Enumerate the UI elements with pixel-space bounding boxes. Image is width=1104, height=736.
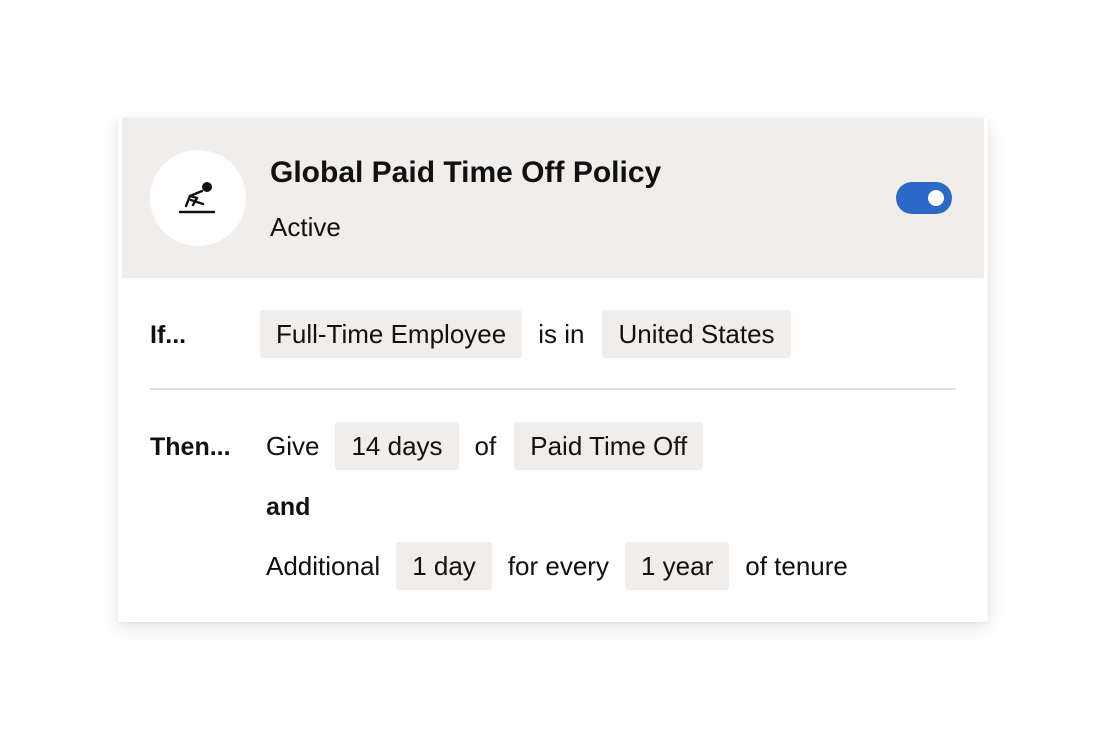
section-divider [150,388,956,390]
time-off-type-chip[interactable]: Paid Time Off [514,422,704,470]
condition-label: If... [150,321,187,349]
policy-avatar [150,150,246,246]
condition-row: Full-Time Employee is in United States [260,310,791,358]
action-label: Then... [150,433,231,461]
amount-chip[interactable]: 14 days [335,422,459,470]
vacation-person-icon [178,182,216,214]
policy-status: Active [270,212,341,242]
action-row-additional: Additional 1 day for every 1 year of ten… [266,542,848,590]
policy-active-toggle[interactable] [896,182,952,214]
of-word: of [474,431,497,461]
action-row-give: Give 14 days of Paid Time Off [266,422,704,470]
policy-header: Global Paid Time Off Policy Active [122,118,984,278]
policy-card: Global Paid Time Off Policy Active If...… [118,118,988,622]
extra-amount-chip[interactable]: 1 day [396,542,492,590]
condition-value-chip[interactable]: United States [602,310,791,358]
condition-subject-chip[interactable]: Full-Time Employee [260,310,523,358]
period-chip[interactable]: 1 year [624,542,730,590]
give-word: Give [266,431,320,461]
tenure-suffix: of tenure [745,551,848,581]
and-word: and [266,493,311,521]
for-every-word: for every [507,551,609,581]
toggle-knob [928,190,944,206]
policy-title: Global Paid Time Off Policy [270,156,662,189]
additional-word: Additional [266,551,381,581]
condition-operator: is in [538,319,585,349]
